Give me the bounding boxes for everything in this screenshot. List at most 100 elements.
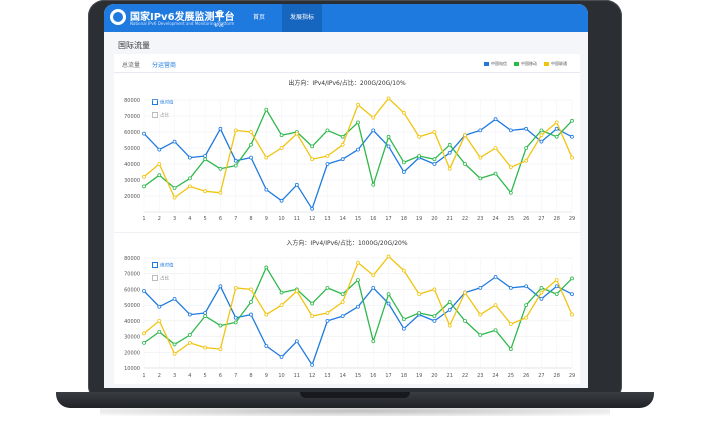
ipv6-logo-label: IPv6 — [215, 23, 224, 28]
nav-home[interactable]: 首页 — [244, 4, 274, 32]
data-point — [340, 142, 345, 147]
x-tick-label: 10 — [278, 216, 284, 222]
data-point — [142, 184, 146, 189]
data-point — [371, 273, 376, 278]
data-point — [340, 292, 345, 297]
data-point — [570, 292, 574, 297]
data-point — [386, 96, 391, 101]
data-point — [371, 182, 376, 187]
y-tick-label: 80000 — [124, 256, 140, 262]
data-point — [524, 303, 529, 308]
data-point — [386, 134, 391, 139]
x-tick-label: 28 — [554, 216, 560, 222]
chart-divider — [114, 232, 580, 233]
legend-item-unicom[interactable]: 中国联通 — [544, 61, 567, 67]
data-point — [249, 287, 253, 292]
data-point — [570, 155, 574, 160]
legend-item-telecom[interactable]: 中国电信 — [484, 61, 507, 67]
data-point — [203, 157, 208, 162]
data-point — [447, 307, 452, 312]
data-point — [432, 130, 437, 134]
data-point — [142, 340, 146, 345]
x-tick-label: 18 — [401, 373, 407, 379]
data-point — [554, 120, 559, 125]
x-tick-label: 20 — [431, 216, 437, 222]
x-tick-label: 7 — [234, 216, 237, 222]
data-point — [203, 314, 208, 319]
data-point — [447, 300, 452, 304]
data-point — [325, 285, 330, 290]
y-tick-label: 40000 — [124, 162, 140, 168]
data-point — [356, 278, 360, 282]
data-point — [371, 285, 376, 290]
y-tick-label: 30000 — [124, 178, 140, 184]
x-tick-label: 18 — [401, 216, 407, 222]
data-point — [386, 144, 391, 149]
data-point — [508, 347, 513, 352]
data-point — [218, 284, 223, 289]
y-tick-label: 20000 — [124, 350, 140, 356]
data-point — [539, 133, 544, 138]
data-point — [401, 170, 406, 174]
data-point — [264, 187, 269, 192]
data-point — [294, 289, 299, 293]
data-point — [340, 134, 345, 139]
data-point — [157, 162, 162, 166]
data-point — [478, 285, 483, 290]
x-tick-label: 21 — [447, 373, 453, 379]
data-point — [172, 296, 177, 301]
x-tick-label: 19 — [416, 216, 422, 222]
data-point — [294, 182, 299, 187]
data-point — [264, 155, 269, 160]
data-point — [478, 155, 483, 160]
x-tick-label: 4 — [188, 216, 191, 222]
data-point — [249, 300, 253, 304]
data-point — [187, 333, 192, 337]
data-point — [249, 142, 253, 147]
data-point — [539, 296, 544, 301]
data-point — [310, 314, 315, 319]
data-point — [325, 311, 330, 315]
data-point — [340, 300, 345, 304]
data-point — [249, 312, 253, 317]
legend-item-mobile[interactable]: 中国移动 — [514, 61, 537, 67]
x-tick-label: 5 — [204, 373, 207, 379]
x-tick-label: 14 — [340, 216, 346, 222]
data-point — [554, 278, 559, 282]
data-point — [524, 284, 529, 289]
y-tick-label: 50000 — [124, 146, 140, 152]
data-point — [356, 102, 360, 107]
data-point — [203, 345, 208, 350]
data-point — [539, 290, 544, 295]
data-point — [447, 323, 452, 328]
data-point — [539, 128, 544, 133]
data-point — [401, 160, 406, 165]
data-point — [157, 329, 162, 334]
outbound-traffic-chart: 200003000040000500006000070000800001 2 3 4 5… — [124, 96, 575, 222]
data-point — [233, 158, 238, 163]
data-point — [524, 315, 529, 320]
tab-divider — [114, 72, 580, 73]
laptop-notch — [300, 392, 410, 398]
data-point — [570, 276, 574, 281]
y-tick-label: 80000 — [124, 98, 140, 104]
x-tick-label: 22 — [462, 216, 468, 222]
data-point — [325, 128, 330, 133]
y-tick-label: 50000 — [124, 303, 140, 309]
x-tick-label: 22 — [462, 373, 468, 379]
data-point — [508, 165, 513, 170]
x-tick-label: 26 — [523, 216, 529, 222]
data-point — [478, 333, 483, 337]
data-point — [463, 290, 467, 295]
data-point — [142, 289, 146, 293]
data-point — [218, 166, 223, 171]
x-tick-label: 11 — [294, 216, 300, 222]
data-point — [417, 134, 422, 139]
x-tick-label: 9 — [265, 373, 268, 379]
data-point — [356, 147, 360, 152]
x-tick-label: 13 — [324, 216, 330, 222]
data-point — [187, 176, 192, 181]
data-point — [432, 314, 437, 319]
nav-development-indicators[interactable]: 发展指标 — [282, 4, 322, 32]
tab-total-traffic[interactable]: 总流量 — [122, 60, 140, 69]
